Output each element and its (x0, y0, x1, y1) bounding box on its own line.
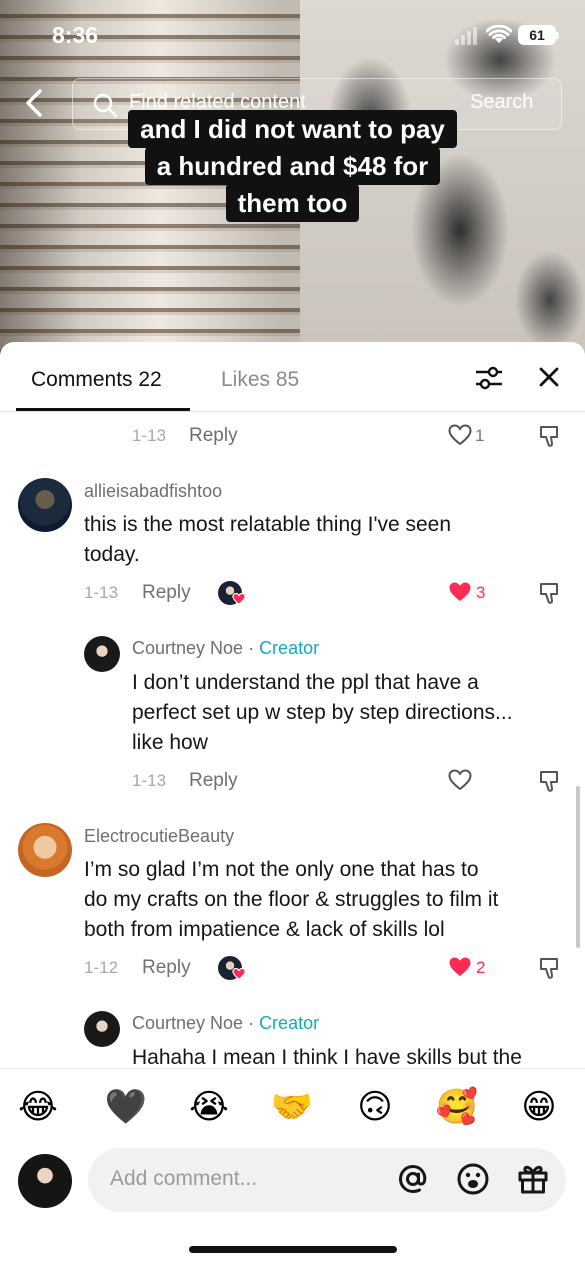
reply-button[interactable]: Reply (189, 425, 238, 447)
active-tab-indicator (16, 408, 190, 411)
caption-line-3: them too (225, 184, 360, 222)
emoji-upside-down-icon[interactable]: 🙃 (353, 1087, 397, 1127)
my-avatar[interactable] (18, 1154, 72, 1208)
emoji-quick-bar: 😂 🖤 😭 🤝 🙃 🥰 😁 (0, 1068, 585, 1148)
like-count: 2 (476, 958, 486, 977)
caption-line-1: and I did not want to pay (128, 110, 457, 148)
comment-text-line: like how (132, 731, 208, 754)
emoji-handshake-icon[interactable]: 🤝 (270, 1087, 314, 1127)
creator-badge: Creator (259, 638, 320, 658)
reply-button[interactable]: Reply (142, 582, 191, 604)
emoji-black-heart-icon[interactable]: 🖤 (104, 1087, 148, 1127)
dislike-icon[interactable] (538, 956, 560, 980)
comment-input-placeholder[interactable]: Add comment... (110, 1167, 257, 1191)
gift-icon[interactable] (516, 1162, 550, 1196)
comment-text: this is the most relatable thing I've se… (84, 510, 451, 570)
status-bar: 8:36 61 (0, 0, 585, 70)
comment-username[interactable]: Courtney Noe · Creator (132, 638, 319, 659)
comment-text-line: do my crafts on the floor & struggles to… (84, 888, 499, 911)
emoji-picker-icon[interactable] (456, 1162, 490, 1196)
emoji-laughing-icon[interactable]: 😂 (16, 1087, 60, 1127)
separator: · (243, 638, 260, 658)
comment-date: 1-12 (84, 958, 119, 977)
comment-text-line: this is the most relatable thing I've se… (84, 513, 452, 536)
heart-filled-icon[interactable] (448, 956, 472, 978)
tiktok-comments-screen: 8:36 61 Find related content Search and … (0, 0, 585, 1266)
comment-text-line: both from impatience & lack of skills lo… (84, 918, 445, 941)
like-count: 3 (476, 583, 486, 602)
comment-date: 1-13 (132, 426, 167, 445)
emoji-hearts-face-icon[interactable]: 🥰 (435, 1087, 479, 1127)
comment-username[interactable]: allieisabadfishtoo (84, 481, 222, 502)
comment-date: 1-13 (132, 771, 167, 790)
dislike-icon[interactable] (538, 424, 560, 448)
tab-comments[interactable]: Comments 22 (31, 368, 162, 392)
comment-text-line: I’m so glad I’m not the only one that ha… (84, 858, 479, 881)
separator: · (243, 1013, 260, 1033)
heart-outline-icon[interactable] (448, 424, 472, 446)
comment-text-line: today. (84, 543, 140, 566)
heart-filled-icon[interactable] (448, 581, 472, 603)
comment-username[interactable]: Courtney Noe · Creator (132, 1013, 319, 1034)
creator-liked-heart-icon (232, 967, 246, 980)
caption-line-2: a hundred and $48 for (144, 147, 441, 185)
scrollbar[interactable] (576, 786, 580, 948)
emoji-crying-icon[interactable]: 😭 (187, 1087, 231, 1127)
creator-badge: Creator (259, 1013, 320, 1033)
avatar[interactable] (18, 478, 72, 532)
comment-text-line: perfect set up w step by step directions… (132, 701, 513, 724)
emoji-grinning-icon[interactable]: 😁 (517, 1087, 561, 1127)
filter-sliders-icon[interactable] (474, 364, 504, 392)
status-time: 8:36 (52, 22, 99, 48)
reply-button[interactable]: Reply (142, 957, 191, 979)
comment-date: 1-13 (84, 583, 119, 602)
username-text: Courtney Noe (132, 638, 244, 658)
heart-outline-icon[interactable] (448, 769, 472, 791)
comment-input[interactable]: Add comment... (88, 1148, 566, 1212)
signal-icon (455, 27, 481, 45)
mention-icon[interactable] (396, 1162, 430, 1196)
avatar[interactable] (18, 823, 72, 877)
dislike-icon[interactable] (538, 769, 560, 793)
like-count: 1 (475, 426, 485, 445)
avatar[interactable] (84, 1011, 120, 1047)
battery-icon: 61 (518, 25, 559, 45)
tab-likes[interactable]: Likes 85 (221, 368, 299, 392)
comment-text-line: I don’t understand the ppl that have a (132, 671, 479, 694)
home-indicator[interactable] (189, 1246, 397, 1253)
creator-liked-heart-icon (232, 592, 246, 605)
dislike-icon[interactable] (538, 581, 560, 605)
tab-bar: Comments 22 Likes 85 (0, 342, 585, 412)
username-text: Courtney Noe (132, 1013, 244, 1033)
avatar[interactable] (84, 636, 120, 672)
video-caption: and I did not want to pay a hundred and … (0, 110, 585, 222)
close-icon[interactable] (536, 364, 562, 390)
comment-text: I don’t understand the ppl that have a p… (132, 668, 513, 758)
wifi-icon (486, 25, 512, 43)
comment-username[interactable]: ElectrocutieBeauty (84, 826, 234, 847)
comment-text: I’m so glad I’m not the only one that ha… (84, 855, 498, 945)
reply-button[interactable]: Reply (189, 770, 238, 792)
comment-input-row: Add comment... (0, 1148, 585, 1266)
